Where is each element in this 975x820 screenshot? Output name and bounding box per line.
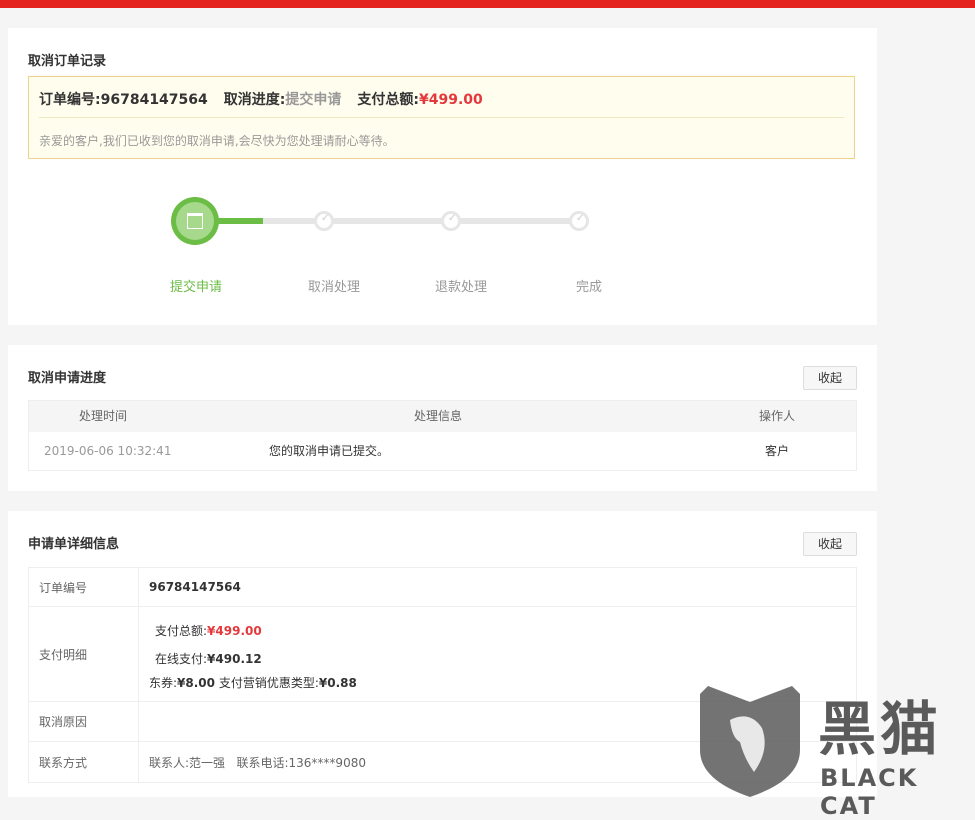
col-time: 处理时间 [79, 409, 128, 423]
progress-label: 取消进度: [223, 92, 286, 108]
pay-total-amount: ¥499.00 [418, 92, 483, 108]
promo-label: 支付营销优惠类型: [218, 676, 319, 690]
step-label: 提交申请 [169, 280, 222, 295]
step-label: 退款处理 [434, 280, 487, 295]
progress-line-pending [263, 218, 583, 224]
step-label: 完成 [575, 280, 602, 295]
step-cancel-node: ✓ [314, 211, 334, 231]
check-icon: ✓ [321, 213, 330, 224]
online-pay-label: 在线支付: [155, 652, 208, 666]
step-submit-node [171, 197, 219, 245]
row-operator: 客户 [765, 444, 790, 458]
order-no: 96784147564 [149, 580, 241, 594]
row-time: 2019-06-06 10:32:41 [44, 444, 172, 458]
progress-table: 处理时间 处理信息 操作人 2019-06-06 10:32:41 您的取消申请… [28, 400, 857, 471]
section-title: 取消订单记录 [28, 54, 107, 69]
progress-status: 提交申请 [285, 92, 342, 108]
col-operator: 操作人 [759, 409, 796, 423]
table-row: 2019-06-06 10:32:41 您的取消申请已提交。 客户 [29, 432, 856, 470]
online-pay-line: 在线支付:¥490.12 [155, 650, 262, 667]
contact-label: 联系方式 [29, 742, 139, 782]
row-info: 您的取消申请已提交。 [269, 444, 390, 458]
step-complete-node: ✓ [569, 211, 589, 231]
contact-value: 联系人:范一强 联系电话:136****9080 [149, 755, 366, 770]
pay-total-amount: ¥499.00 [207, 624, 262, 638]
detail-row-order: 订单编号 96784147564 [29, 568, 856, 607]
promo-amount: ¥0.88 [318, 676, 357, 690]
step-label: 取消处理 [307, 280, 360, 295]
progress-steps: ✓ ✓ ✓ 提交申请 取消处理 退款处理 完成 [163, 196, 603, 295]
notice-message: 亲爱的客户,我们已收到您的取消申请,会尽快为您处理请耐心等待。 [39, 134, 395, 148]
col-info: 处理信息 [414, 409, 463, 423]
reason-label: 取消原因 [29, 702, 139, 741]
top-bar [0, 0, 975, 8]
collapse-button[interactable]: 收起 [803, 532, 857, 556]
order-notice: 订单编号:96784147564 取消进度:提交申请 支付总额:¥499.00 亲爱… [28, 76, 855, 159]
black-cat-watermark: 黑猫 BLACK CAT [700, 680, 975, 820]
watermark-en: BLACK CAT [820, 764, 919, 820]
online-pay-amount: ¥490.12 [207, 652, 262, 666]
order-summary: 订单编号:96784147564 取消进度:提交申请 支付总额:¥499.00 [39, 89, 483, 109]
pay-total-line: 支付总额:¥499.00 [155, 622, 262, 639]
coupon-amount: ¥8.00 [177, 676, 216, 690]
divider [39, 117, 844, 118]
pay-total-label: 支付总额: [357, 92, 419, 108]
section-title: 取消申请进度 [28, 371, 107, 386]
table-header: 处理时间 处理信息 操作人 [29, 401, 856, 432]
watermark-cn: 黑猫 [818, 695, 943, 763]
calendar-icon [187, 213, 203, 229]
payment-label: 支付明细 [29, 607, 139, 701]
order-no-label: 订单编号: [39, 92, 101, 108]
cancel-record-card: 取消订单记录 订单编号:96784147564 取消进度:提交申请 支付总额:¥49… [8, 28, 877, 325]
order-no: 96784147564 [100, 92, 208, 108]
pay-total-label: 支付总额: [155, 624, 208, 638]
collapse-button[interactable]: 收起 [803, 366, 857, 390]
check-icon: ✓ [448, 213, 457, 224]
order-no-label: 订单编号 [29, 568, 139, 606]
check-icon: ✓ [576, 213, 585, 224]
cancel-progress-card: 取消申请进度 收起 处理时间 处理信息 操作人 2019-06-06 10:32… [8, 345, 877, 491]
step-refund-node: ✓ [441, 211, 461, 231]
section-title: 申请单详细信息 [28, 537, 120, 552]
coupon-label: 东券: [149, 676, 178, 690]
discount-line: 东券:¥8.00 支付营销优惠类型:¥0.88 [149, 674, 357, 691]
